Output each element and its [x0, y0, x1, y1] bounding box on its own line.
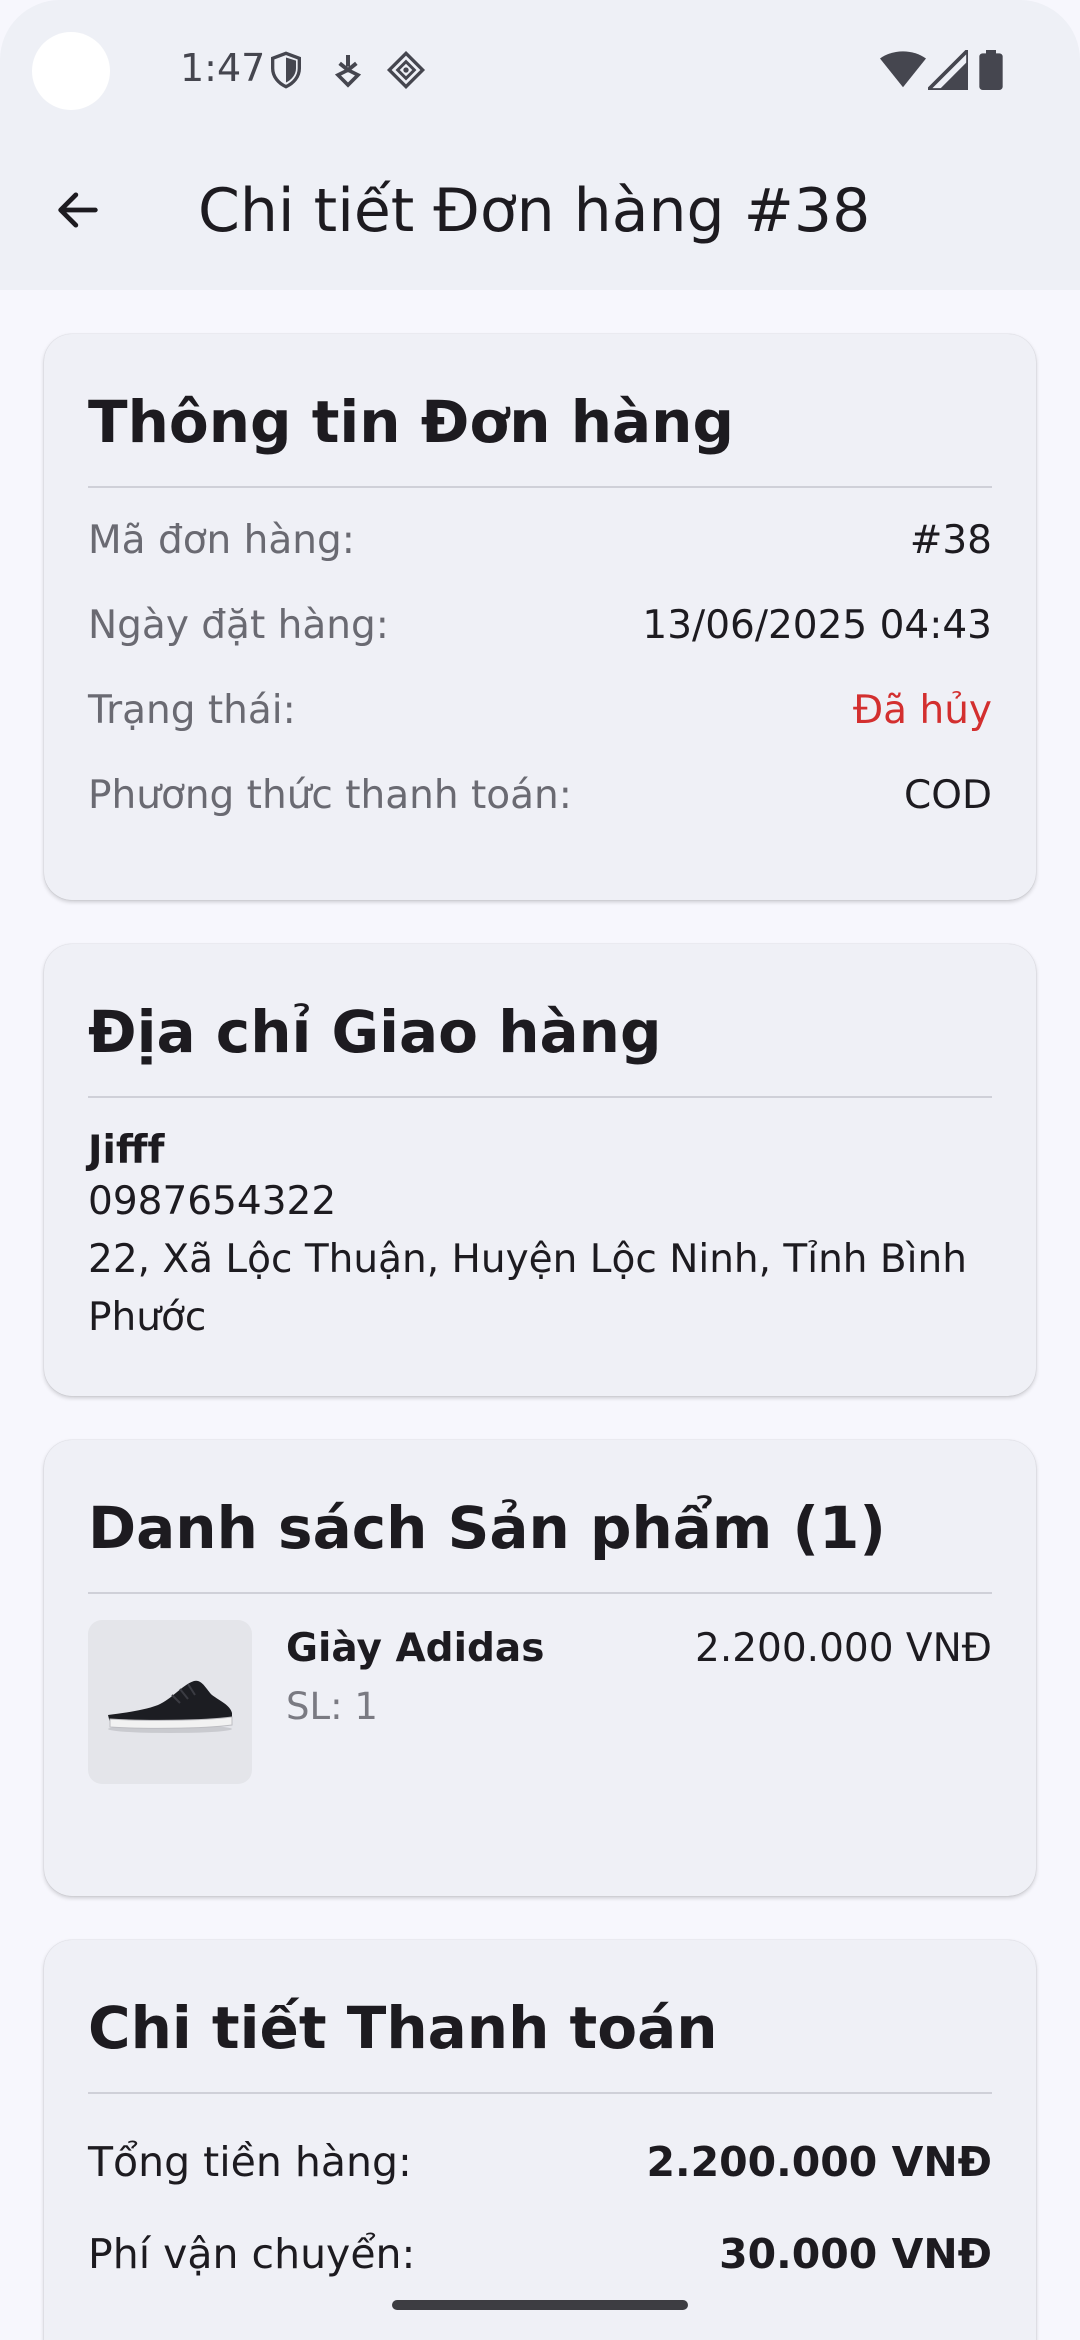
- order-date-label: Ngày đặt hàng:: [88, 603, 389, 648]
- product-image: [88, 1620, 252, 1784]
- order-id-value: #38: [909, 518, 992, 563]
- order-date-value: 13/06/2025 04:43: [642, 603, 992, 648]
- subtotal-label: Tổng tiền hàng:: [88, 2138, 412, 2186]
- list-item[interactable]: Giày Adidas SL: 1 2.200.000 VNĐ: [88, 1620, 992, 1790]
- payment-method-value: COD: [904, 773, 992, 818]
- shipping-fee-label: Phí vận chuyển:: [88, 2230, 416, 2278]
- payment-details-title: Chi tiết Thanh toán: [88, 1994, 718, 2062]
- home-indicator[interactable]: [392, 2300, 688, 2310]
- product-list-card: Danh sách Sản phẩm (1) Giày Adidas SL: 1…: [44, 1440, 1036, 1896]
- shield-icon: [271, 51, 301, 89]
- page-title: Chi tiết Đơn hàng #38: [198, 176, 871, 246]
- recipient-address-line-1: 22, Xã Lộc Thuận, Huyện Lộc Ninh, Tỉnh B…: [88, 1237, 967, 1282]
- order-info-card: Thông tin Đơn hàng Mã đơn hàng: #38 Ngày…: [44, 334, 1036, 900]
- divider: [88, 1096, 992, 1098]
- arrow-back-icon: [58, 192, 98, 228]
- top-app-area: 1:47 Chi tiết Đơn hàng #38: [0, 0, 1080, 290]
- order-status-label: Trạng thái:: [88, 688, 296, 733]
- divider: [88, 1592, 992, 1594]
- order-id-row: Mã đơn hàng: #38: [88, 498, 992, 583]
- shipping-fee-row: Phí vận chuyển: 30.000 VNĐ: [88, 2208, 992, 2300]
- order-info-title: Thông tin Đơn hàng: [88, 388, 734, 456]
- shipping-address-card: Địa chỉ Giao hàng Jifff 0987654322 22, X…: [44, 944, 1036, 1396]
- product-price: 2.200.000 VNĐ: [695, 1626, 992, 1671]
- shipping-address-title: Địa chỉ Giao hàng: [88, 998, 662, 1066]
- divider: [88, 2092, 992, 2094]
- payment-details-card: Chi tiết Thanh toán Tổng tiền hàng: 2.20…: [44, 1940, 1036, 2340]
- product-list-title: Danh sách Sản phẩm (1): [88, 1494, 886, 1562]
- subtotal-row: Tổng tiền hàng: 2.200.000 VNĐ: [88, 2116, 992, 2208]
- status-time: 1:47: [180, 46, 266, 90]
- shoe-icon: [108, 1680, 233, 1733]
- status-bar: 1:47: [0, 0, 1080, 140]
- shipping-fee-value: 30.000 VNĐ: [719, 2230, 992, 2278]
- subtotal-value: 2.200.000 VNĐ: [646, 2138, 992, 2186]
- back-button[interactable]: [40, 172, 116, 248]
- order-status-row: Trạng thái: Đã hủy: [88, 668, 992, 753]
- order-id-label: Mã đơn hàng:: [88, 518, 355, 563]
- battery-icon: [979, 50, 1003, 90]
- camera-cutout: [32, 32, 110, 110]
- order-status-badge: Đã hủy: [852, 688, 992, 733]
- recipient-name: Jifff: [88, 1128, 165, 1173]
- product-quantity: SL: 1: [286, 1685, 378, 1728]
- product-name: Giày Adidas: [286, 1626, 545, 1671]
- recipient-phone: 0987654322: [88, 1179, 337, 1224]
- app-diamond-icon: [386, 50, 426, 90]
- wifi-icon: [880, 51, 926, 88]
- cellular-signal-icon: [928, 50, 968, 90]
- divider: [88, 486, 992, 488]
- download-icon: [334, 55, 362, 88]
- payment-method-label: Phương thức thanh toán:: [88, 773, 572, 818]
- order-date-row: Ngày đặt hàng: 13/06/2025 04:43: [88, 583, 992, 668]
- payment-method-row: Phương thức thanh toán: COD: [88, 753, 992, 838]
- recipient-address-line-2: Phước: [88, 1295, 207, 1340]
